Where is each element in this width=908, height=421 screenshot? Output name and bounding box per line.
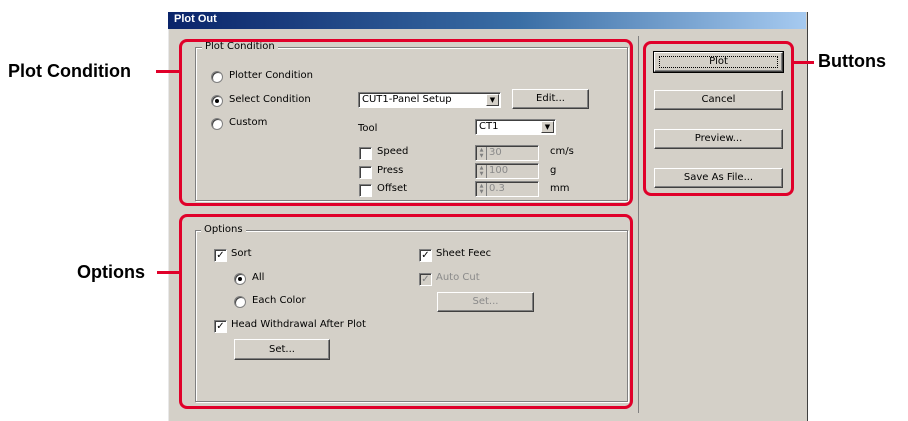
options-leader-line bbox=[157, 271, 180, 274]
buttons-highlight bbox=[643, 41, 794, 196]
plot-condition-highlight bbox=[179, 39, 633, 206]
window-title: Plot Out bbox=[174, 13, 217, 25]
options-callout: Options bbox=[77, 262, 145, 282]
title-bar[interactable] bbox=[168, 12, 806, 29]
divider bbox=[638, 36, 639, 413]
buttons-callout: Buttons bbox=[818, 51, 886, 71]
options-highlight bbox=[179, 214, 633, 409]
buttons-leader-line bbox=[793, 61, 814, 64]
plot-condition-callout: Plot Condition bbox=[8, 61, 131, 81]
plot-condition-leader-line bbox=[156, 70, 180, 73]
